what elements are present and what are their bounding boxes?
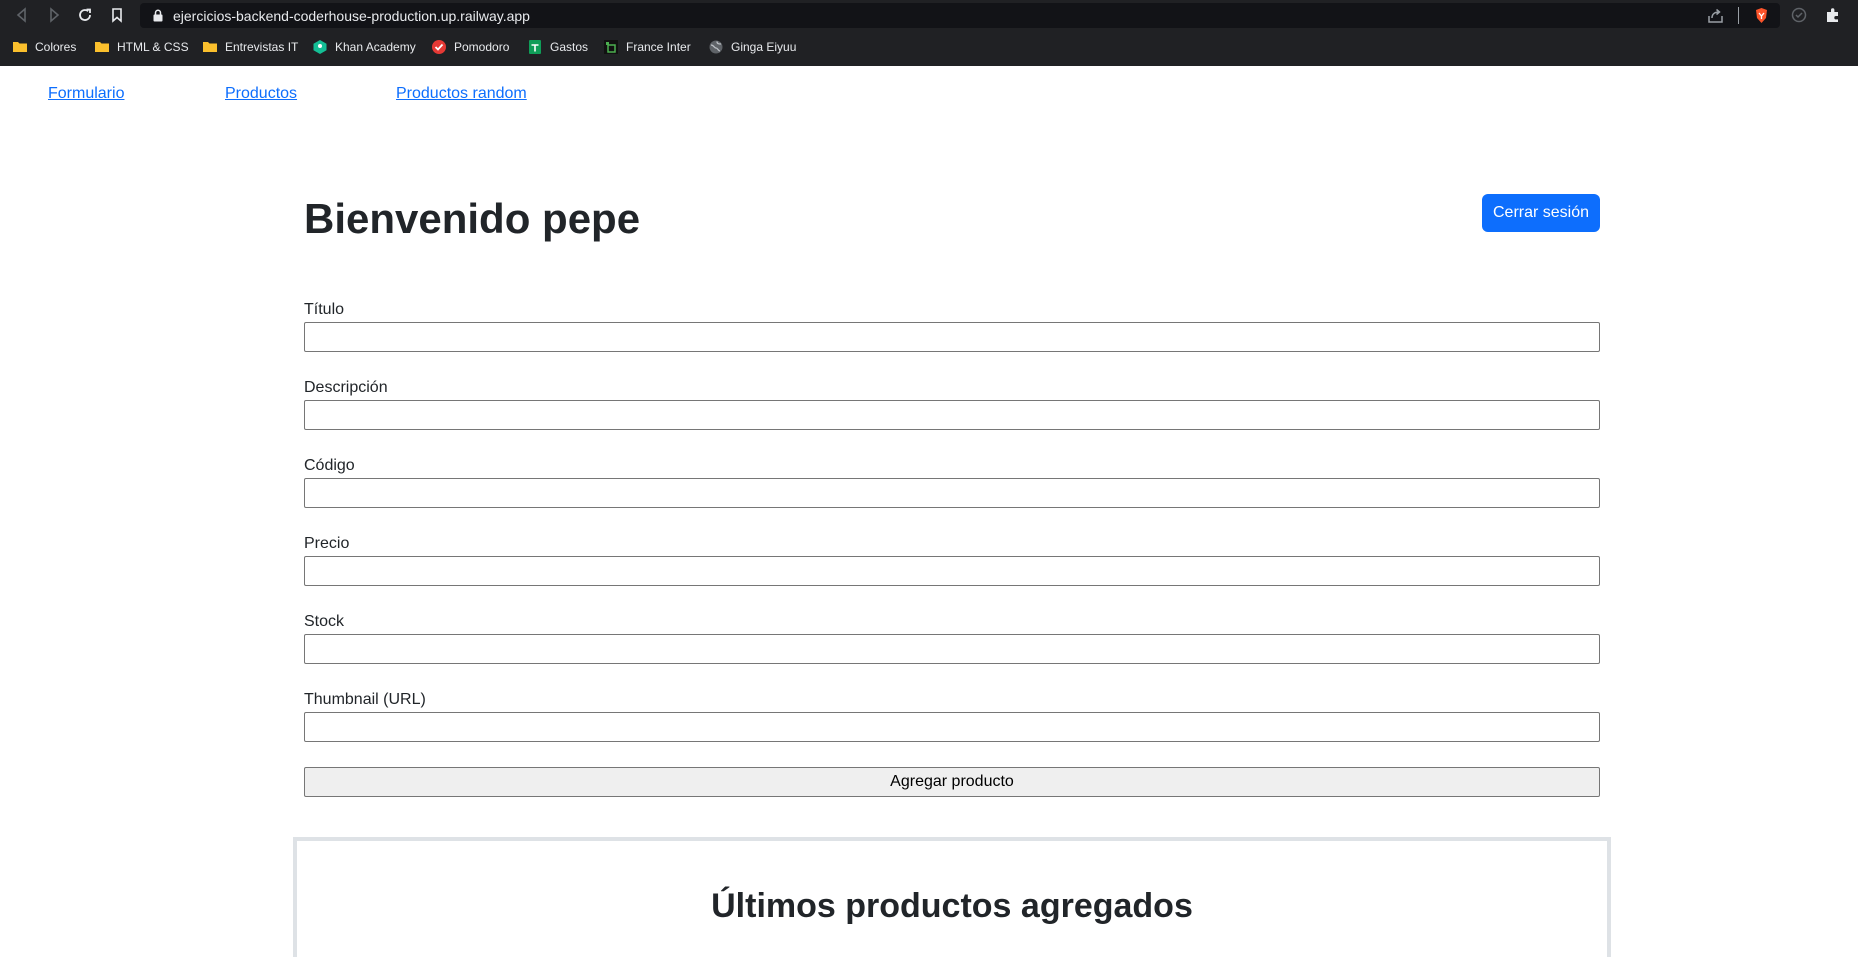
- browser-toolbar: ejercicios-backend-coderhouse-production…: [0, 0, 1858, 30]
- latest-products-panel: Últimos productos agregados: [293, 837, 1611, 957]
- extensions-icon[interactable]: [1824, 6, 1842, 24]
- nav-link-productos[interactable]: Productos: [225, 85, 297, 103]
- browser-chrome: ejercicios-backend-coderhouse-production…: [0, 0, 1858, 66]
- pomodoro-icon: [432, 40, 446, 54]
- url-text: ejercicios-backend-coderhouse-production…: [173, 8, 530, 24]
- folder-icon: [13, 42, 27, 52]
- bookmark-label: Entrevistas IT: [225, 40, 299, 54]
- khan-academy-icon: [313, 40, 327, 54]
- precio-input[interactable]: [304, 556, 1600, 586]
- bookmark-label: Khan Academy: [335, 40, 416, 54]
- omnibox-actions: [1707, 7, 1770, 24]
- sheets-icon: [529, 40, 541, 54]
- reload-icon: [79, 8, 91, 21]
- bookmark-khan-academy[interactable]: Khan Academy: [312, 38, 416, 56]
- toolbar-divider: [1738, 7, 1739, 24]
- lock-icon: [153, 9, 163, 22]
- brave-shields-icon[interactable]: [1753, 7, 1770, 24]
- address-bar[interactable]: ejercicios-backend-coderhouse-production…: [140, 3, 1780, 28]
- page-title: Bienvenido pepe: [304, 195, 641, 242]
- add-product-button[interactable]: Agregar producto: [304, 767, 1600, 797]
- forward-button[interactable]: [44, 5, 64, 25]
- bookmark-colores[interactable]: Colores: [12, 38, 76, 56]
- stock-input[interactable]: [304, 634, 1600, 664]
- bookmark-label: HTML & CSS: [117, 40, 189, 54]
- bookmark-html-css[interactable]: HTML & CSS: [94, 38, 189, 56]
- thumbnail-url-input[interactable]: [304, 712, 1600, 742]
- bookmarks-bar: Colores HTML & CSS Entrevistas IT Khan A…: [0, 34, 1858, 60]
- bookmark-label: Colores: [35, 40, 77, 54]
- field-label-thumbnail: Thumbnail (URL): [304, 691, 426, 708]
- back-button[interactable]: [12, 5, 32, 25]
- bookmark-icon: [112, 8, 122, 23]
- bookmark-pomodoro[interactable]: Pomodoro: [431, 38, 509, 56]
- bookmark-label: Pomodoro: [454, 40, 510, 54]
- nav-link-productos-random[interactable]: Productos random: [396, 85, 527, 103]
- titulo-input[interactable]: [304, 322, 1600, 352]
- back-icon: [16, 7, 26, 23]
- latest-products-title: Últimos productos agregados: [711, 887, 1193, 925]
- page-content: Formulario Productos Productos random Bi…: [0, 66, 1858, 957]
- forward-icon: [50, 7, 60, 23]
- bookmark-button[interactable]: [107, 5, 127, 25]
- rewards-icon[interactable]: [1790, 6, 1808, 24]
- share-icon[interactable]: [1707, 7, 1724, 24]
- bookmark-france-inter[interactable]: France Inter: [603, 38, 691, 56]
- bookmark-ginga-eiyuu[interactable]: Ginga Eiyuu: [708, 38, 796, 56]
- globe-icon: [709, 40, 723, 54]
- field-label-descripcion: Descripción: [304, 379, 388, 396]
- codigo-input[interactable]: [304, 478, 1600, 508]
- field-label-stock: Stock: [304, 613, 345, 630]
- logout-button[interactable]: Cerrar sesión: [1482, 194, 1600, 232]
- bookmark-label: France Inter: [626, 40, 691, 54]
- field-label-titulo: Título: [304, 301, 345, 318]
- folder-icon: [203, 42, 217, 52]
- descripcion-input[interactable]: [304, 400, 1600, 430]
- nav-link-formulario[interactable]: Formulario: [48, 85, 124, 103]
- bookmark-label: Ginga Eiyuu: [731, 40, 797, 54]
- bookmark-label: Gastos: [550, 40, 589, 54]
- field-label-precio: Precio: [304, 535, 350, 552]
- folder-icon: [95, 42, 109, 52]
- reload-button[interactable]: [75, 5, 95, 25]
- france-inter-icon: [604, 40, 618, 54]
- bookmark-entrevistas-it[interactable]: Entrevistas IT: [202, 38, 298, 56]
- field-label-codigo: Código: [304, 457, 355, 474]
- bookmark-gastos[interactable]: Gastos: [527, 38, 588, 56]
